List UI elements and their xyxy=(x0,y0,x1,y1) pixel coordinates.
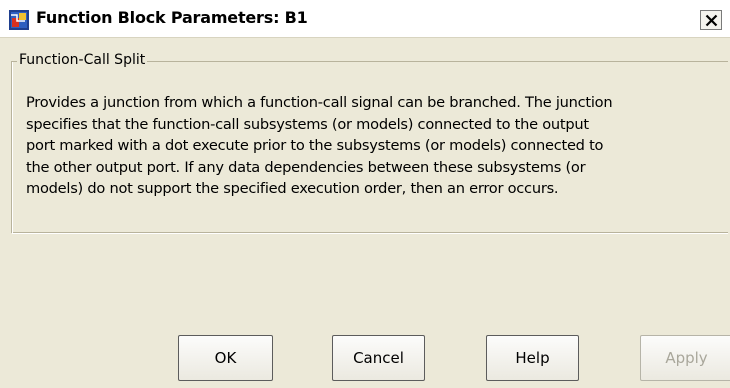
dialog-window: Function Block Parameters: B1 Function-C… xyxy=(0,0,730,388)
ok-button[interactable]: OK xyxy=(178,335,273,381)
apply-button[interactable]: Apply xyxy=(640,335,730,381)
close-button[interactable] xyxy=(700,10,722,30)
close-icon xyxy=(705,14,718,27)
group-legend: Function-Call Split xyxy=(17,52,148,68)
title-separator xyxy=(0,37,730,38)
window-title: Function Block Parameters: B1 xyxy=(36,8,308,27)
help-button[interactable]: Help xyxy=(486,335,579,381)
simulink-block-icon xyxy=(9,10,29,30)
title-bar[interactable]: Function Block Parameters: B1 xyxy=(0,0,730,37)
cancel-button[interactable]: Cancel xyxy=(332,335,425,381)
block-description: Provides a junction from which a functio… xyxy=(26,94,613,198)
